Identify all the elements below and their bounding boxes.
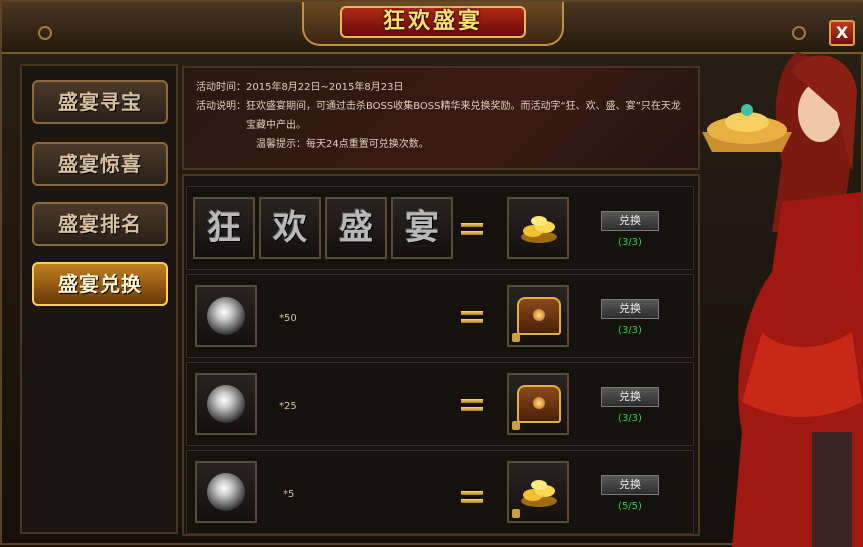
exchange-count: (3/3) [618, 413, 642, 424]
equals-icon [461, 491, 483, 503]
sidebar-item-surprise[interactable]: 盛宴惊喜 [32, 142, 168, 186]
quantity: *5 [283, 489, 295, 500]
title-bar: 狂欢盛宴 [2, 2, 863, 54]
treasure-chest-icon [517, 385, 561, 423]
ornament-icon [38, 26, 52, 40]
character-item[interactable]: 盛 [325, 197, 387, 259]
input-slot[interactable] [195, 461, 257, 523]
exchange-row: 狂 欢 盛 宴 兑换 (3/3) [186, 186, 694, 270]
equals-icon [461, 399, 483, 411]
exchange-row: *5 兑换 (5/5) [186, 450, 694, 534]
exchange-button[interactable]: 兑换 [601, 299, 659, 319]
sidebar: 盛宴寻宝 盛宴惊喜 盛宴排名 盛宴兑换 [20, 64, 178, 534]
reward-slot[interactable] [507, 461, 569, 523]
time-label: 活动时间： [196, 82, 246, 93]
exchange-panel: 狂 欢 盛 宴 兑换 (3/3) *50 兑换 (3/3) *25 兑换 (3/… [182, 174, 700, 536]
character-illustration [702, 52, 863, 547]
sidebar-item-treasure-hunt[interactable]: 盛宴寻宝 [32, 80, 168, 124]
window-title: 狂欢盛宴 [340, 6, 526, 38]
lock-icon [512, 333, 520, 342]
gold-ingot-icon [521, 480, 557, 507]
reward-slot[interactable] [507, 373, 569, 435]
lock-icon [512, 509, 520, 518]
description-label: 活动说明： [196, 101, 246, 112]
tip-text: 温馨提示：每天24点重置可兑换次数。 [256, 139, 429, 150]
exchange-button[interactable]: 兑换 [601, 475, 659, 495]
close-button[interactable]: X [829, 20, 855, 46]
equals-icon [461, 311, 483, 323]
boss-essence-icon [207, 473, 245, 511]
event-info: 活动时间： 2015年8月22日~2015年8月23日 活动说明： 狂欢盛宴期间… [182, 66, 700, 170]
equals-icon [461, 223, 483, 235]
character-item[interactable]: 宴 [391, 197, 453, 259]
lock-icon [512, 421, 520, 430]
quantity: *25 [279, 401, 297, 412]
exchange-button[interactable]: 兑换 [601, 211, 659, 231]
input-slot[interactable] [195, 373, 257, 435]
reward-slot[interactable] [507, 285, 569, 347]
exchange-row: *50 兑换 (3/3) [186, 274, 694, 358]
time-value: 2015年8月22日~2015年8月23日 [246, 82, 404, 93]
exchange-count: (5/5) [618, 501, 642, 512]
boss-essence-icon [207, 297, 245, 335]
exchange-count: (3/3) [618, 325, 642, 336]
sidebar-item-ranking[interactable]: 盛宴排名 [32, 202, 168, 246]
title-plaque: 狂欢盛宴 [302, 2, 564, 46]
sidebar-item-exchange[interactable]: 盛宴兑换 [32, 262, 168, 306]
ornament-icon [792, 26, 806, 40]
quantity: *50 [279, 313, 297, 324]
exchange-row: *25 兑换 (3/3) [186, 362, 694, 446]
description-text: 狂欢盛宴期间，可通过击杀BOSS收集BOSS精华来兑换奖励。而活动字“狂、欢、盛… [246, 101, 681, 131]
boss-essence-icon [207, 385, 245, 423]
exchange-count: (3/3) [618, 237, 642, 248]
input-slot[interactable] [195, 285, 257, 347]
gold-ingot-icon [521, 216, 557, 243]
event-window: 狂欢盛宴 X 盛宴寻宝 盛宴惊喜 盛宴排名 盛宴兑换 活动时间： 2015年8月… [0, 0, 863, 547]
character-item[interactable]: 狂 [193, 197, 255, 259]
reward-slot[interactable] [507, 197, 569, 259]
character-item[interactable]: 欢 [259, 197, 321, 259]
treasure-chest-icon [517, 297, 561, 335]
exchange-button[interactable]: 兑换 [601, 387, 659, 407]
